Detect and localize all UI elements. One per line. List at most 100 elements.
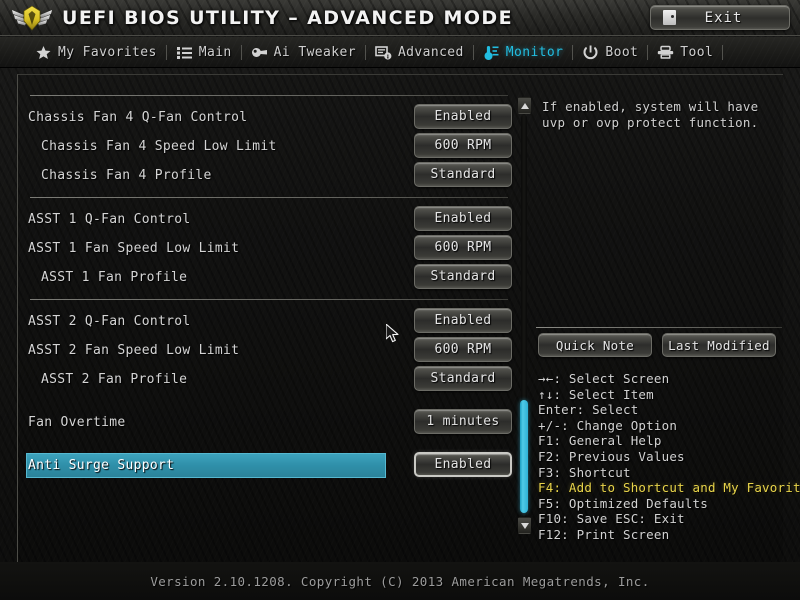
group-divider (30, 197, 508, 198)
menu-tab-label: Monitor (505, 44, 564, 60)
exit-door-icon (663, 10, 676, 25)
thermometer-icon (483, 45, 500, 60)
setting-row[interactable]: Anti Surge Support Enabled (26, 451, 512, 480)
toolbox-icon (657, 45, 674, 60)
shortcut-line: F12: Print Screen (538, 526, 670, 542)
help-description: If enabled, system will have uvp or ovp … (542, 99, 767, 130)
setting-value-button[interactable]: Standard (414, 264, 512, 289)
setting-row[interactable]: Chassis Fan 4 Q-Fan Control Enabled (26, 103, 512, 132)
shortcut-line: ↑↓: Select Item (538, 386, 654, 402)
list-icon (176, 45, 193, 60)
shortcut-line: F5: Optimized Defaults (538, 495, 708, 511)
settings-scrollbar[interactable] (516, 97, 532, 534)
setting-label: Chassis Fan 4 Profile (41, 168, 212, 183)
setting-value-button[interactable]: Enabled (414, 104, 512, 129)
setting-value-button[interactable]: Enabled (414, 206, 512, 231)
menu-separator (364, 44, 366, 60)
setting-label: Anti Surge Support (28, 458, 175, 473)
group-divider (30, 299, 508, 300)
setting-label: ASST 1 Fan Profile (41, 270, 188, 285)
setting-label: ASST 2 Fan Profile (41, 372, 188, 387)
title-bar: UEFI BIOS UTILITY – ADVANCED MODE Exit (0, 0, 800, 36)
tuner-icon (251, 45, 268, 60)
setting-label: ASST 1 Fan Speed Low Limit (28, 241, 240, 256)
menu-tab-main[interactable]: Main (167, 37, 241, 68)
menu-tab-my-favorites[interactable]: My Favorites (26, 37, 166, 68)
setting-row[interactable]: ASST 1 Fan Speed Low Limit 600 RPM (26, 234, 512, 263)
setting-value-button[interactable]: 600 RPM (414, 337, 512, 362)
keyboard-shortcuts-list: →←: Select Screen ↑↓: Select Item Enter: S… (538, 371, 800, 543)
setting-value-button[interactable]: Enabled (414, 452, 512, 477)
exit-button[interactable]: Exit (650, 5, 790, 30)
last-modified-button[interactable]: Last Modified (662, 333, 776, 357)
setting-label: Fan Overtime (28, 415, 126, 430)
settings-list: Chassis Fan 4 Q-Fan Control Enabled Chassi… (26, 95, 512, 543)
menu-tab-boot[interactable]: Boot (573, 37, 647, 68)
copyright-text: Version 2.10.1208. Copyright (C) 2013 Am… (150, 573, 650, 589)
exit-button-label: Exit (704, 9, 743, 26)
scroll-down-arrow-icon[interactable] (518, 517, 531, 534)
menu-separator (572, 44, 574, 60)
setting-row[interactable]: ASST 1 Q-Fan Control Enabled (26, 205, 512, 234)
setting-row[interactable]: ASST 2 Q-Fan Control Enabled (26, 307, 512, 336)
shortcut-line: F10: Save ESC: Exit (538, 511, 685, 527)
shortcut-line: F4: Add to Shortcut and My Favorites (538, 480, 800, 496)
menu-separator (647, 44, 649, 60)
setting-row[interactable]: ASST 2 Fan Speed Low Limit 600 RPM (26, 336, 512, 365)
power-icon (582, 45, 599, 60)
setting-value-button[interactable]: Standard (414, 366, 512, 391)
right-panel-divider (536, 327, 782, 328)
setting-value-button[interactable]: Enabled (414, 308, 512, 333)
setting-value-button[interactable]: 1 minutes (414, 409, 512, 434)
menu-tab-tool[interactable]: Tool (648, 37, 722, 68)
shortcut-line: +/-: Change Option (538, 417, 678, 433)
setting-row[interactable]: ASST 2 Fan Profile Standard (26, 365, 512, 394)
scrollbar-thumb[interactable] (520, 400, 528, 513)
menu-tab-label: Tool (680, 44, 714, 60)
setting-label: ASST 2 Q-Fan Control (28, 314, 191, 329)
shortcut-line: F3: Shortcut (538, 464, 631, 480)
menu-separator (472, 44, 474, 60)
shortcut-line: Enter: Select (538, 402, 639, 418)
star-icon (35, 45, 52, 60)
setting-label: ASST 2 Fan Speed Low Limit (28, 343, 240, 358)
shortcut-line: F2: Previous Values (538, 448, 685, 464)
footer-bar: Version 2.10.1208. Copyright (C) 2013 Am… (0, 562, 800, 600)
content-panel: Chassis Fan 4 Q-Fan Control Enabled Chassi… (17, 74, 800, 562)
menu-separator (722, 44, 724, 60)
scroll-up-arrow-icon[interactable] (518, 97, 531, 114)
setting-value-button[interactable]: 600 RPM (414, 133, 512, 158)
menu-tab-monitor[interactable]: Monitor (474, 37, 573, 68)
note-buttons-group: Quick Note Last Modified (538, 333, 784, 359)
shortcut-line: F1: General Help (538, 433, 662, 449)
bios-screen: UEFI BIOS UTILITY – ADVANCED MODE Exit M… (0, 0, 800, 600)
quick-note-button[interactable]: Quick Note (538, 333, 652, 357)
setting-row[interactable]: ASST 1 Fan Profile Standard (26, 263, 512, 292)
menu-tab-label: My Favorites (58, 44, 157, 60)
group-divider (30, 95, 508, 96)
setting-label: ASST 1 Q-Fan Control (28, 212, 191, 227)
setting-row[interactable]: Chassis Fan 4 Speed Low Limit 600 RPM (26, 132, 512, 161)
menu-tab-label: Ai Tweaker (273, 44, 356, 60)
setting-row[interactable]: Chassis Fan 4 Profile Standard (26, 161, 512, 190)
main-menu-bar: My Favorites Main Ai Tweaker Advanced Monito… (0, 37, 800, 68)
tuf-wings-logo (10, 3, 54, 33)
setting-row[interactable]: Fan Overtime 1 minutes (26, 408, 512, 437)
shortcut-line: →←: Select Screen (538, 371, 670, 386)
menu-separator (240, 44, 242, 60)
menu-tab-label: Boot (605, 44, 639, 60)
setting-label: Chassis Fan 4 Q-Fan Control (28, 110, 248, 125)
setting-value-button[interactable]: Standard (414, 162, 512, 187)
setting-value-button[interactable]: 600 RPM (414, 235, 512, 260)
menu-tab-advanced[interactable]: Advanced (366, 37, 473, 68)
menu-separator (165, 44, 167, 60)
menu-tab-ai-tweaker[interactable]: Ai Tweaker (242, 37, 365, 68)
